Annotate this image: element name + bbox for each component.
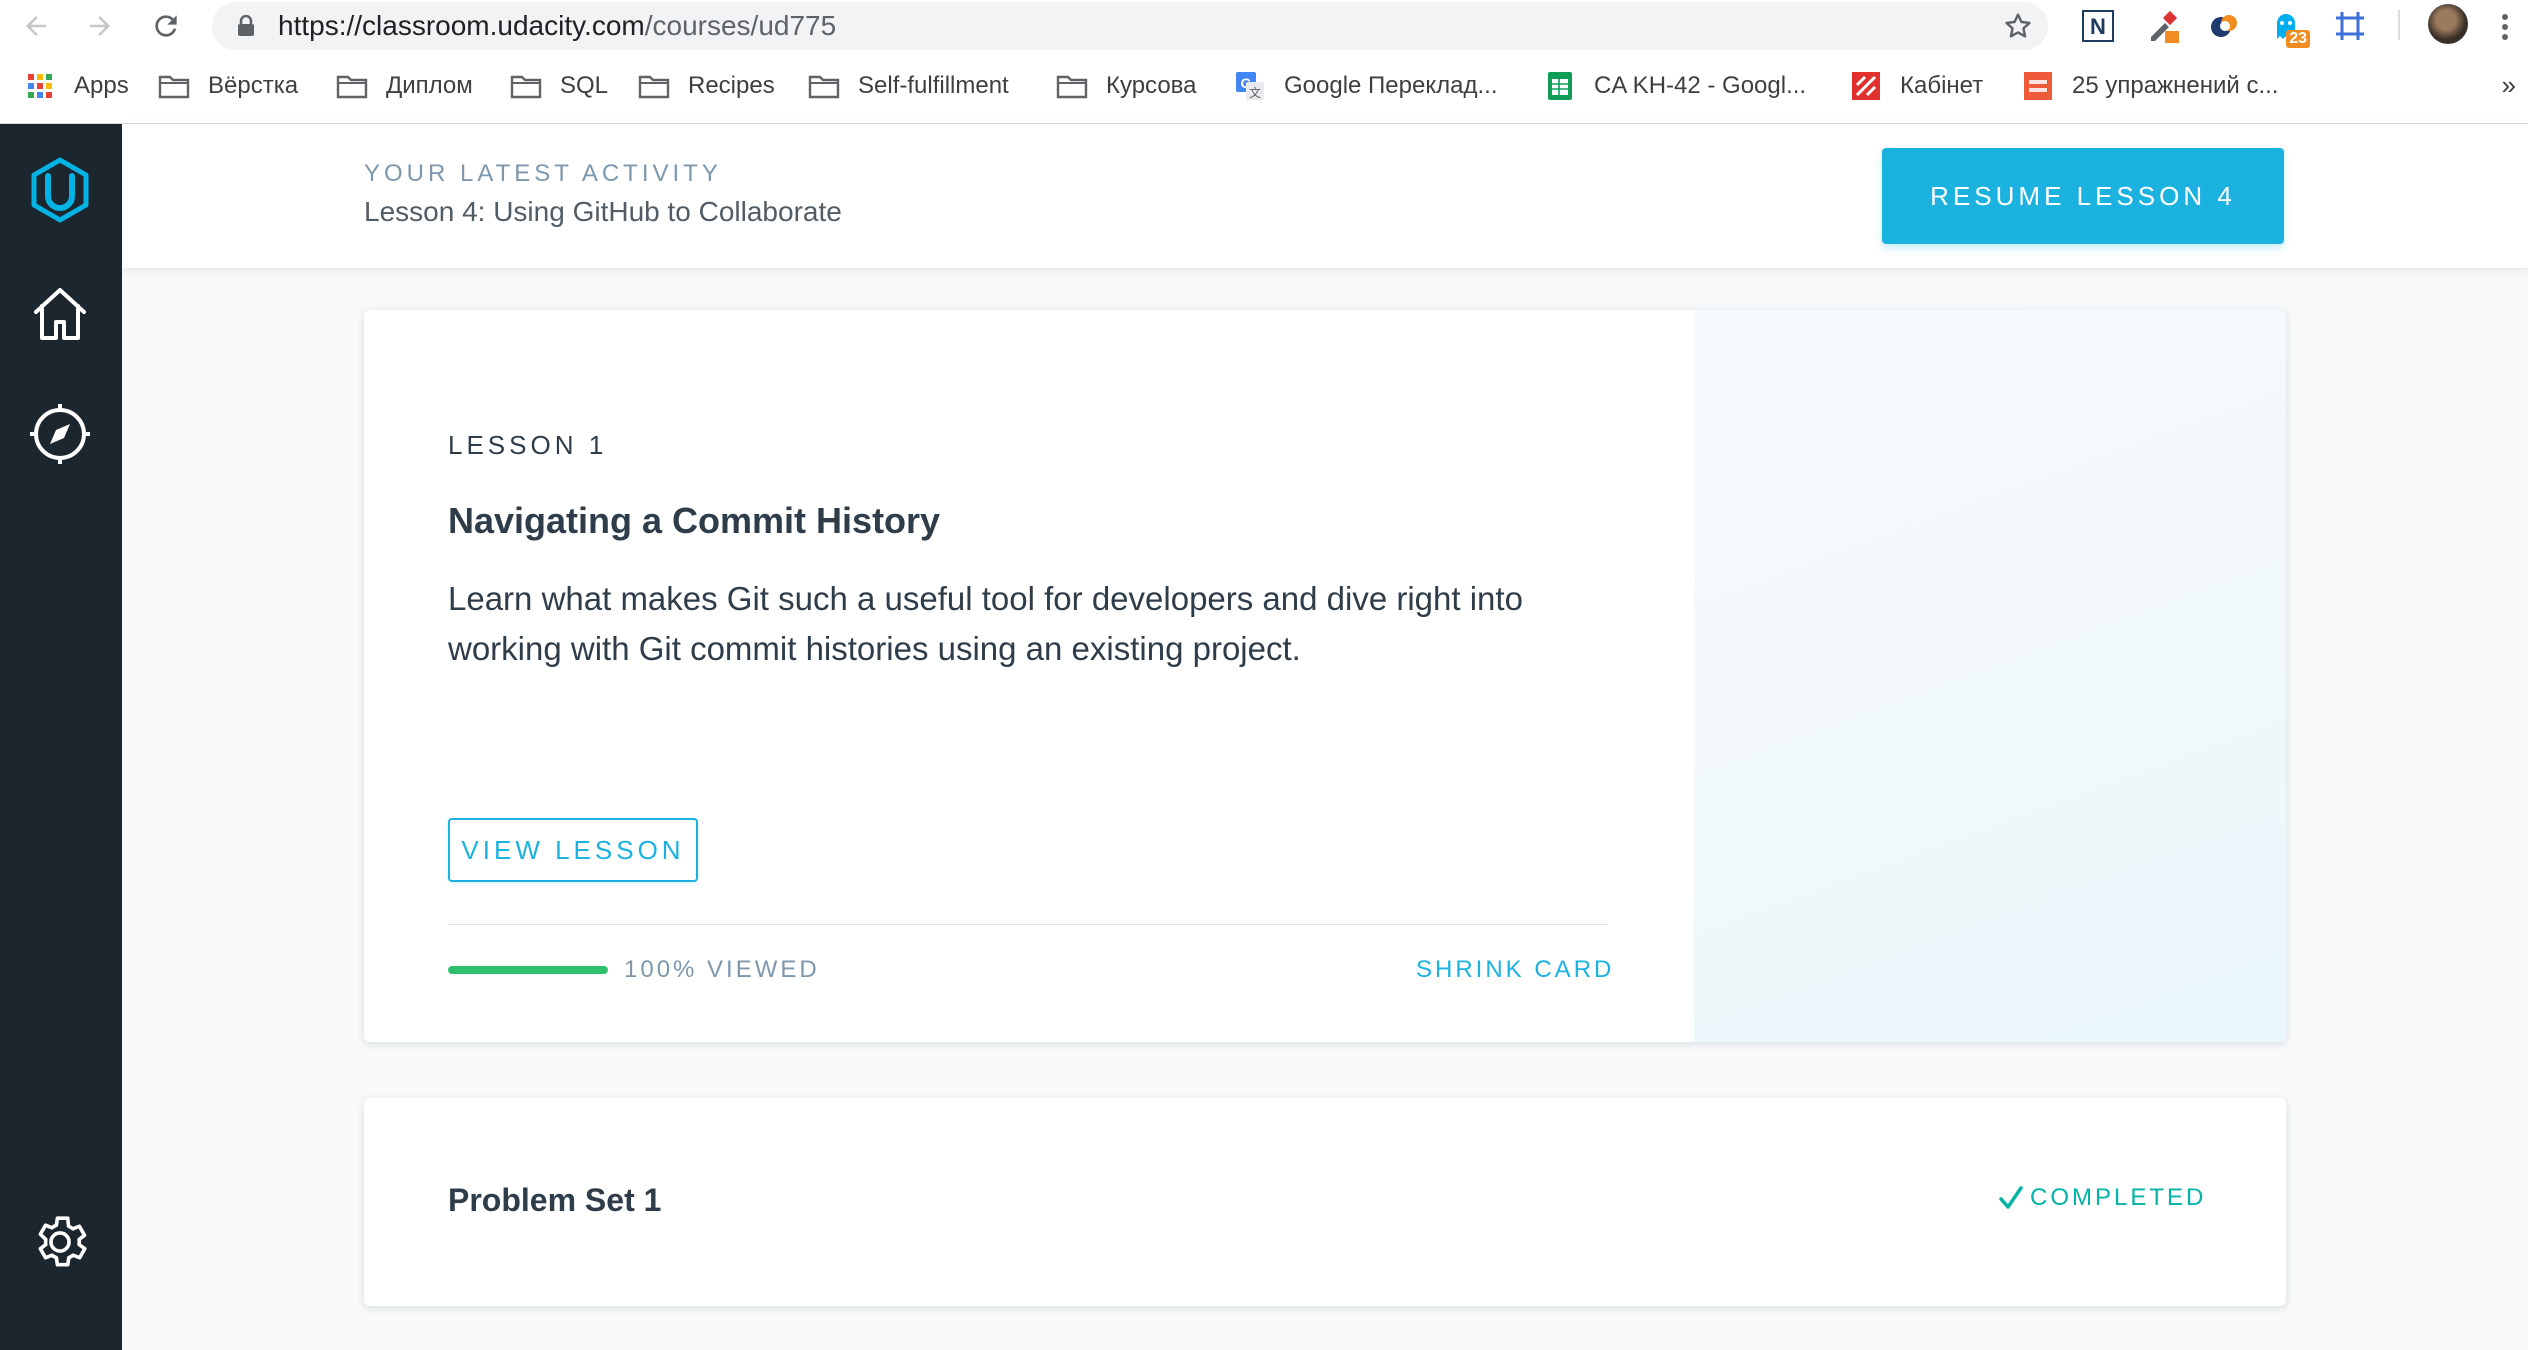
back-button[interactable] [16, 6, 56, 46]
bookmark-folder-kursova[interactable]: Курсова [1056, 68, 1197, 104]
completed-status-label: COMPLETED [2030, 1184, 2207, 1211]
folder-icon [1056, 72, 1088, 100]
folder-icon [510, 72, 542, 100]
resume-lesson-button[interactable]: RESUME LESSON 4 [1882, 148, 2284, 244]
lesson-number: LESSON 1 [448, 430, 608, 460]
arrow-left-icon [26, 16, 46, 36]
bookmark-lifehacker[interactable]: 25 упражнений с... [2022, 68, 2278, 104]
bookmark-cabinet[interactable]: Кабінет [1850, 68, 1983, 104]
folder-icon [638, 72, 670, 100]
reload-icon [155, 15, 177, 37]
lastpass-like-icon[interactable] [2202, 4, 2246, 48]
latest-activity-kicker: YOUR LATEST ACTIVITY [364, 160, 722, 187]
settings-gear-icon[interactable] [22, 1204, 98, 1280]
url-path: /courses/ud775 [644, 10, 837, 41]
bookmark-label: Кабінет [1900, 72, 1984, 99]
url-host: https://classroom.udacity.com [278, 10, 645, 41]
shrink-card-link[interactable]: SHRINK CARD [1416, 956, 1614, 984]
browser-toolbar: https://classroom.udacity.com/courses/ud… [0, 0, 2528, 50]
bookmark-folder-verstka[interactable]: Вёрстка [158, 68, 298, 104]
browser-menu-icon[interactable] [2490, 6, 2520, 46]
lesson-progress-label: 100% VIEWED [624, 956, 820, 983]
bookmark-label: 25 упражнений с... [2072, 72, 2279, 99]
problem-set-card[interactable]: Problem Set 1 COMPLETED [364, 1098, 2286, 1306]
bookmark-label: Диплом [386, 72, 473, 99]
card-divider [448, 924, 1608, 925]
udacity-logo-icon[interactable] [22, 154, 98, 230]
explore-compass-icon[interactable] [22, 396, 98, 472]
lesson-progress-bar [448, 966, 608, 974]
svg-text:文: 文 [1249, 85, 1261, 100]
bookmark-apps[interactable]: Apps [24, 68, 129, 104]
bookmark-folder-sql[interactable]: SQL [510, 68, 608, 104]
bookmark-label: Self-fulfillment [858, 72, 1009, 99]
url-text: https://classroom.udacity.com/courses/ud… [278, 11, 836, 41]
lock-icon [238, 15, 254, 36]
ghostery-badge: 23 [2286, 30, 2310, 48]
bookmark-star-icon[interactable] [2002, 10, 2034, 42]
toolbar-divider [2398, 10, 2400, 40]
checkmark-icon [1999, 1186, 2023, 1209]
notion-web-clipper-icon[interactable]: N [2076, 4, 2120, 48]
svg-text:N: N [2090, 14, 2106, 39]
folder-icon [808, 72, 840, 100]
google-translate-icon: G文 [1234, 72, 1266, 100]
google-sheets-icon [1544, 72, 1576, 100]
bookmark-label: Вёрстка [208, 72, 299, 99]
lesson-description: Learn what makes Git such a useful tool … [448, 580, 1523, 667]
view-lesson-button[interactable]: VIEW LESSON [448, 818, 698, 882]
lesson-progress-fill [448, 966, 608, 974]
bookmarks-overflow-button[interactable]: » [2502, 70, 2516, 101]
lifehacker-icon [2022, 72, 2054, 100]
lesson-title: Navigating a Commit History [448, 500, 941, 541]
bookmark-label: Google Переклад... [1284, 72, 1498, 99]
folder-icon [158, 72, 190, 100]
lesson-card: LESSON 1 Navigating a Commit History Lea… [364, 310, 2286, 1042]
folder-icon [336, 72, 368, 100]
bookmark-folder-self-fulfillment[interactable]: Self-fulfillment [808, 68, 1009, 104]
bookmark-google-sheets[interactable]: CA KH-42 - Googl... [1544, 68, 1806, 104]
profile-avatar[interactable] [2428, 4, 2468, 44]
color-picker-icon[interactable] [2140, 4, 2184, 48]
ghostery-icon[interactable]: 23 [2264, 4, 2310, 48]
udacity-sidebar [0, 124, 122, 1350]
bookmark-label: SQL [560, 72, 609, 99]
bookmarks-bar: Apps Вёрстка Диплом SQL Recipes Self-ful… [0, 50, 2528, 124]
arrow-right-icon [90, 16, 110, 36]
bookmark-label: Apps [74, 72, 129, 99]
forward-button[interactable] [80, 6, 120, 46]
reload-button[interactable] [146, 6, 186, 46]
completed-status: COMPLETED [1998, 1184, 2206, 1212]
latest-activity-lesson: Lesson 4: Using GitHub to Collaborate [364, 196, 842, 227]
screen-ruler-icon[interactable] [2328, 4, 2372, 48]
bookmark-label: Recipes [688, 72, 775, 99]
home-icon[interactable] [22, 276, 98, 352]
bookmark-folder-recipes[interactable]: Recipes [638, 68, 775, 104]
apps-grid-icon [24, 72, 56, 100]
bookmark-label: CA KH-42 - Googl... [1594, 72, 1807, 99]
bookmark-folder-diplom[interactable]: Диплом [336, 68, 473, 104]
problem-set-title: Problem Set 1 [448, 1182, 662, 1218]
cabinet-site-icon [1850, 72, 1882, 100]
lesson-card-artwork [1694, 310, 2286, 1042]
address-bar[interactable]: https://classroom.udacity.com/courses/ud… [212, 2, 2048, 50]
bookmark-label: Курсова [1106, 72, 1197, 99]
bookmark-google-translate[interactable]: G文 Google Переклад... [1234, 68, 1497, 104]
latest-activity-banner: YOUR LATEST ACTIVITY Lesson 4: Using Git… [122, 124, 2528, 268]
